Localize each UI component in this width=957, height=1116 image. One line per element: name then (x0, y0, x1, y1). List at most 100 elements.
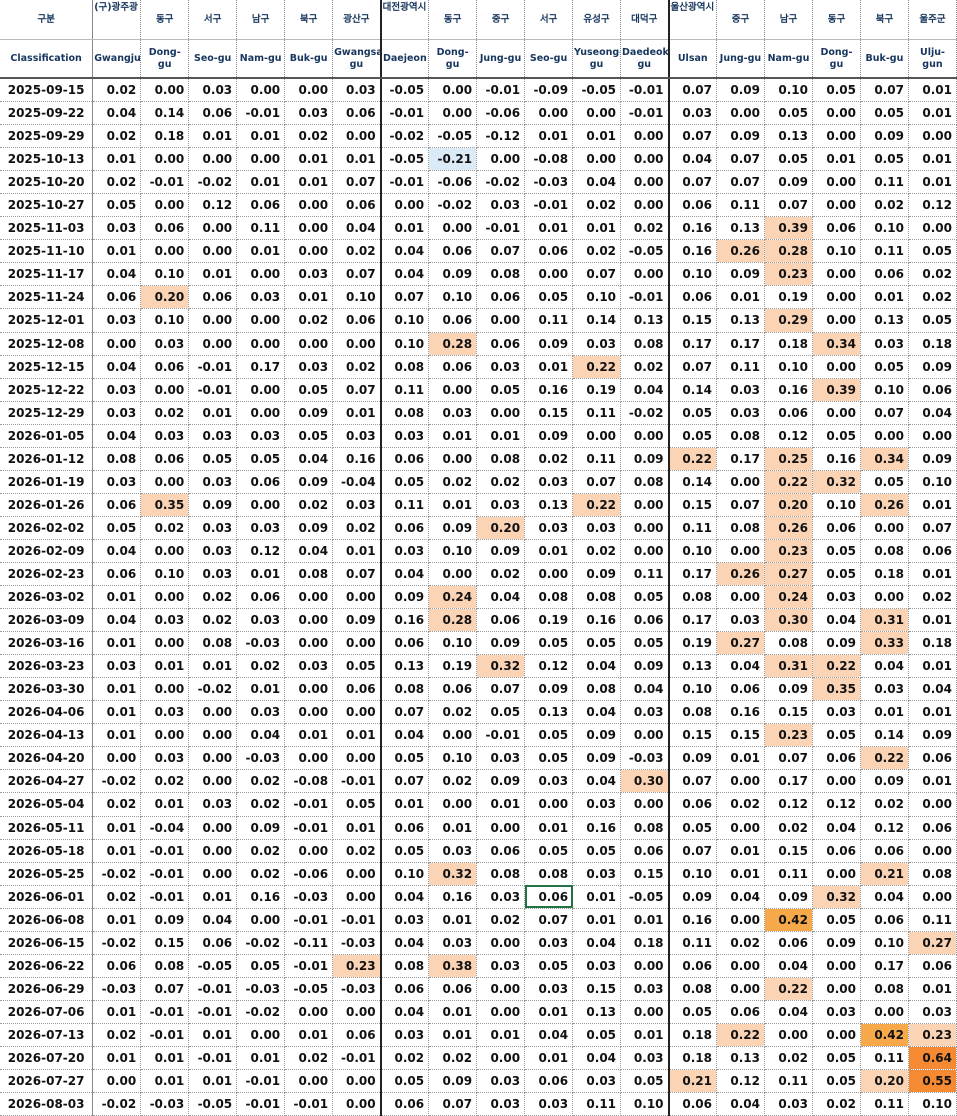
table-cell[interactable]: 0.09 (908, 355, 957, 379)
table-cell[interactable]: 0.00 (572, 147, 622, 172)
table-cell[interactable]: 0.10 (620, 1092, 670, 1116)
table-cell[interactable]: 0.06 (380, 631, 430, 656)
table-cell[interactable]: 0.03 (572, 516, 622, 540)
table-cell[interactable]: 0.00 (188, 723, 238, 748)
table-cell[interactable]: 0.22 (812, 654, 861, 679)
table-cell[interactable]: 0.00 (332, 585, 382, 610)
table-cell[interactable]: 0.09 (716, 124, 765, 149)
table-cell[interactable]: 0.00 (140, 539, 190, 563)
table-cell[interactable]: 0.00 (188, 147, 238, 172)
table-cell[interactable]: -0.05 (620, 239, 670, 264)
table-cell[interactable]: 0.06 (140, 355, 190, 379)
table-cell[interactable]: 0.01 (140, 1069, 190, 1094)
header-col-ko[interactable]: 중구 (476, 0, 526, 40)
table-cell[interactable]: 0.27 (716, 631, 765, 656)
header-col-en[interactable]: Jung-gu (476, 39, 526, 79)
row-date[interactable]: 2026-06-15 (0, 931, 94, 955)
table-cell[interactable]: 0.11 (236, 216, 286, 241)
table-cell[interactable]: 0.07 (716, 170, 765, 195)
table-cell[interactable]: 0.07 (332, 170, 382, 195)
header-col-ko[interactable]: 대덕구 (620, 0, 670, 40)
table-cell[interactable]: -0.01 (476, 723, 526, 748)
table-cell[interactable]: 0.01 (92, 631, 142, 656)
table-cell[interactable]: 0.01 (716, 839, 765, 863)
table-cell[interactable]: 0.06 (140, 216, 190, 241)
table-cell[interactable]: 0.00 (428, 792, 478, 817)
table-cell[interactable]: 0.06 (668, 792, 717, 817)
table-cell[interactable]: 0.17 (716, 332, 765, 356)
table-cell[interactable]: 0.10 (668, 862, 717, 886)
table-cell[interactable]: 0.05 (812, 908, 861, 932)
table-cell[interactable]: 0.32 (812, 885, 861, 909)
table-cell[interactable]: -0.01 (140, 885, 190, 909)
table-cell[interactable]: 0.01 (716, 862, 765, 886)
table-cell[interactable]: 0.03 (812, 585, 861, 610)
table-cell[interactable]: -0.01 (236, 101, 286, 126)
table-cell[interactable]: 0.10 (140, 262, 190, 287)
table-cell[interactable]: 0.21 (860, 862, 909, 886)
table-cell[interactable]: 0.08 (476, 862, 526, 886)
table-cell[interactable]: 0.04 (284, 539, 334, 563)
table-cell[interactable]: 0.09 (908, 447, 957, 471)
table-cell[interactable]: 0.07 (524, 908, 574, 932)
table-cell[interactable]: 0.01 (428, 424, 478, 448)
table-cell[interactable]: 0.01 (428, 908, 478, 932)
row-date[interactable]: 2026-05-18 (0, 839, 94, 863)
table-cell[interactable]: 0.01 (92, 677, 142, 702)
table-cell[interactable]: 0.22 (860, 746, 909, 771)
row-date[interactable]: 2026-07-13 (0, 1023, 94, 1047)
header-col-en[interactable]: Ulsan (668, 39, 717, 79)
row-date[interactable]: 2026-01-05 (0, 424, 94, 448)
table-cell[interactable]: 0.11 (860, 170, 909, 195)
row-date[interactable]: 2026-07-06 (0, 1000, 94, 1024)
table-cell[interactable]: 0.06 (668, 1092, 717, 1116)
table-cell[interactable]: 0.00 (92, 332, 142, 356)
table-cell[interactable]: 0.01 (284, 285, 334, 310)
table-cell[interactable]: 0.09 (188, 493, 238, 517)
table-cell[interactable]: 0.04 (764, 1000, 813, 1024)
table-cell[interactable]: 0.28 (764, 239, 813, 264)
table-cell[interactable]: 0.14 (860, 723, 909, 748)
table-cell[interactable]: 0.03 (428, 401, 478, 425)
table-cell[interactable]: 0.00 (908, 839, 957, 863)
table-cell[interactable]: 0.00 (284, 1069, 334, 1094)
table-cell[interactable]: 0.16 (668, 239, 717, 264)
table-cell[interactable]: 0.10 (332, 285, 382, 310)
table-cell[interactable]: 0.09 (476, 769, 526, 794)
header-col-ko[interactable]: 광산구 (332, 0, 382, 40)
table-cell[interactable]: 0.17 (860, 954, 909, 978)
header-col-en[interactable]: Ulju-gun (908, 39, 957, 79)
table-cell[interactable]: 0.00 (428, 562, 478, 587)
table-cell[interactable]: -0.21 (428, 147, 478, 172)
table-cell[interactable]: -0.01 (188, 355, 238, 379)
table-cell[interactable]: 0.09 (860, 769, 909, 794)
table-cell[interactable]: -0.01 (140, 170, 190, 195)
table-cell[interactable]: 0.30 (764, 608, 813, 633)
table-cell[interactable]: 0.06 (668, 193, 717, 218)
table-cell[interactable]: 0.04 (572, 769, 622, 794)
table-cell[interactable]: 0.09 (524, 332, 574, 356)
row-date[interactable]: 2025-10-27 (0, 193, 94, 218)
table-cell[interactable]: 0.10 (428, 746, 478, 771)
table-cell[interactable]: 0.00 (716, 954, 765, 978)
table-cell[interactable]: 0.03 (92, 216, 142, 241)
table-cell[interactable]: 0.00 (812, 977, 861, 1001)
table-cell[interactable]: 0.00 (332, 631, 382, 656)
table-cell[interactable]: 0.03 (524, 931, 574, 955)
table-cell[interactable]: 0.31 (860, 608, 909, 633)
table-cell[interactable]: 0.04 (380, 723, 430, 748)
table-cell[interactable]: 0.00 (236, 332, 286, 356)
table-cell[interactable]: 0.08 (476, 262, 526, 287)
table-cell[interactable]: 0.07 (860, 401, 909, 425)
table-cell[interactable]: -0.05 (380, 147, 430, 172)
table-cell[interactable]: 0.04 (716, 885, 765, 909)
table-cell[interactable]: -0.01 (284, 954, 334, 978)
table-cell[interactable]: 0.02 (332, 839, 382, 863)
header-col-ko[interactable]: 서구 (524, 0, 574, 40)
table-cell[interactable]: 0.07 (716, 493, 765, 517)
table-cell[interactable]: 0.02 (140, 769, 190, 794)
table-cell[interactable]: 0.01 (860, 285, 909, 310)
table-cell[interactable]: 0.10 (428, 631, 478, 656)
table-cell[interactable]: 0.11 (668, 931, 717, 955)
row-date[interactable]: 2026-03-02 (0, 585, 94, 610)
